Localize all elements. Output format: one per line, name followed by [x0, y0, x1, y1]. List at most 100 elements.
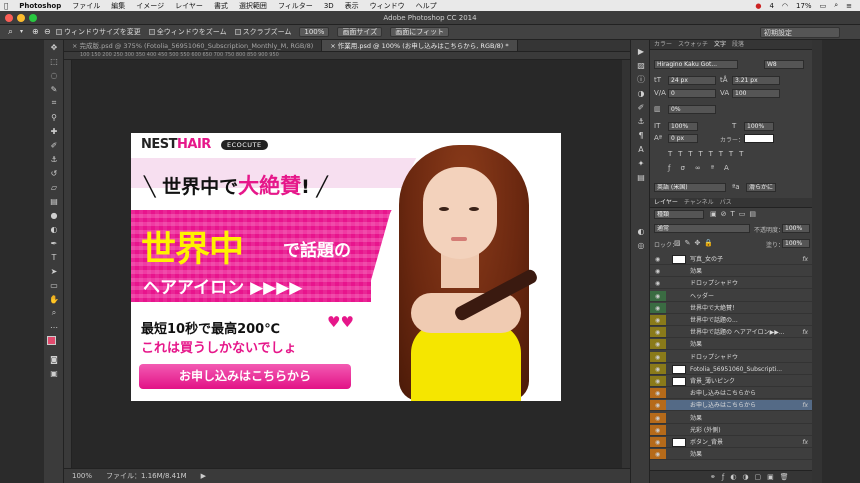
font-family-select[interactable]: Hiragino Kaku Got... [654, 60, 738, 69]
layer-row[interactable]: ◉ 光彩 (外側) [650, 424, 812, 436]
visibility-eye-icon[interactable]: ◉ [655, 425, 660, 435]
visibility-eye-icon[interactable]: ◉ [655, 352, 660, 362]
blur-tool-icon[interactable]: ● [44, 208, 64, 222]
apple-icon[interactable]:  [4, 2, 8, 10]
move-tool-icon[interactable]: ✥ [44, 40, 64, 54]
more-tools-icon[interactable]: ⋯ [44, 320, 64, 334]
lock-icons[interactable]: ▨✎✥🔒 [674, 239, 717, 247]
layer-row[interactable]: ◉ 効果 [650, 412, 812, 424]
zoom-in-icon[interactable]: ⊕ [32, 27, 39, 36]
tab-finished-psd[interactable]: × 完成版.psd @ 375% (Fotolia_56951060_Subsc… [64, 40, 323, 51]
visibility-eye-icon[interactable]: ◉ [655, 291, 660, 301]
eraser-tool-icon[interactable]: ▱ [44, 180, 64, 194]
leading-field[interactable]: 3.21 px [732, 76, 780, 85]
wifi-icon[interactable]: ◠ [782, 2, 788, 10]
opacity-field[interactable]: 100% [782, 224, 810, 233]
visibility-eye-icon[interactable]: ◉ [655, 254, 660, 264]
layer-row[interactable]: ◉ 効果 [650, 449, 812, 461]
layer-row[interactable]: ◉ お申し込みはこちらから fx [650, 400, 812, 412]
close-window-button[interactable] [5, 14, 13, 22]
zoom-out-icon[interactable]: ⊖ [44, 27, 51, 36]
layer-row[interactable]: ◉ ドロップシャドウ [650, 278, 812, 290]
horizontal-scale-field[interactable]: 100% [744, 122, 774, 131]
quick-mask-icon[interactable]: ◙ [44, 352, 64, 366]
healing-tool-icon[interactable]: ✚ [44, 124, 64, 138]
blend-mode-select[interactable]: 通常 [654, 224, 750, 233]
type-panel-icon[interactable]: A [631, 142, 651, 156]
paragraph-icon[interactable]: ¶ [631, 128, 651, 142]
canvas-scrollbar[interactable] [622, 60, 630, 468]
language-select[interactable]: 英語 (米国) [654, 183, 726, 192]
menu-3d[interactable]: 3D [324, 2, 334, 10]
styles-icon[interactable]: ✦ [631, 156, 651, 170]
history-brush-icon[interactable]: ↺ [44, 166, 64, 180]
visibility-eye-icon[interactable]: ◉ [655, 327, 660, 337]
chevron-right-icon[interactable]: ▶ [201, 472, 206, 480]
layer-row[interactable]: ◉ ドロップシャドウ [650, 351, 812, 363]
tab-working-psd[interactable]: × 作業用.psd @ 100% (お申し込みはこちらから, RGB/8) * [322, 40, 518, 51]
text-style-buttons[interactable]: TTTTTTTT [668, 150, 749, 158]
visibility-eye-icon[interactable]: ◉ [655, 278, 660, 288]
info-icon[interactable]: ⓘ [631, 72, 651, 86]
cta-button[interactable]: お申し込みはこちらから [139, 364, 351, 389]
visibility-eye-icon[interactable]: ◉ [655, 437, 660, 447]
adjust-icon[interactable]: ◑ [631, 86, 651, 100]
layer-filter-select[interactable]: 種類 [654, 210, 704, 219]
brush-panel-icon[interactable]: ✐ [631, 100, 651, 114]
eyedropper-tool-icon[interactable]: ⚲ [44, 110, 64, 124]
workspace-select[interactable]: 初期設定 [760, 27, 840, 38]
play-icon[interactable]: ▶ [631, 44, 651, 58]
panel-scrollbar[interactable] [812, 40, 822, 483]
text-color-swatch[interactable] [744, 134, 774, 143]
layer-row[interactable]: ◉ 世界中で話題の ヘアアイロン▶▶... fx [650, 327, 812, 339]
menu-image[interactable]: イメージ [136, 1, 164, 11]
layer-row[interactable]: ◉ 効果 [650, 339, 812, 351]
menu-view[interactable]: 表示 [345, 1, 359, 11]
visibility-eye-icon[interactable]: ◉ [655, 303, 660, 313]
lasso-tool-icon[interactable]: ◌ [44, 68, 64, 82]
tab-layers[interactable]: レイヤー [654, 198, 678, 207]
menu-filter[interactable]: フィルター [278, 1, 313, 11]
font-weight-select[interactable]: W8 [764, 60, 804, 69]
zoom-window-button[interactable] [29, 14, 37, 22]
menu-list-icon[interactable]: ≡ [846, 2, 852, 10]
tab-paragraph[interactable]: 段落 [732, 40, 744, 49]
tab-paths[interactable]: パス [720, 198, 732, 207]
histogram-icon[interactable]: ▨ [631, 58, 651, 72]
layer-row[interactable]: ◉ お申し込みはこちらから [650, 388, 812, 400]
zoom-100-button[interactable]: 100% [299, 27, 330, 37]
foreground-color[interactable] [47, 336, 56, 345]
layer-comps-icon[interactable]: ▤ [631, 170, 651, 184]
visibility-eye-icon[interactable]: ◉ [655, 339, 660, 349]
zoom-tool-icon[interactable]: ⌕ [8, 27, 13, 37]
layer-filter-icons[interactable]: ▣⊘T▭▤ [710, 210, 760, 218]
visibility-eye-icon[interactable]: ◉ [655, 388, 660, 398]
layer-fx-icon[interactable]: fx [802, 437, 808, 447]
layer-row[interactable]: ◉ Fotolia_56951060_Subscripti... [650, 363, 812, 375]
menu-layer[interactable]: レイヤー [175, 1, 203, 11]
visibility-eye-icon[interactable]: ◉ [655, 449, 660, 459]
menu-type[interactable]: 書式 [214, 1, 228, 11]
resize-windows-checkbox[interactable]: ウィンドウサイズを変更 [56, 27, 141, 37]
chevron-down-icon[interactable]: ▾ [20, 28, 23, 35]
shape-tool-icon[interactable]: ▭ [44, 278, 64, 292]
opentype-buttons[interactable]: ƒσ∞ªA [668, 164, 739, 172]
tab-color[interactable]: カラー [654, 40, 672, 49]
hand-tool-icon[interactable]: ✋ [44, 292, 64, 306]
battery-icon[interactable]: ▭ [820, 2, 827, 10]
adjustments-icon[interactable]: ◐ [631, 224, 651, 238]
visibility-eye-icon[interactable]: ◉ [655, 400, 660, 410]
type-tool-icon[interactable]: T [44, 250, 64, 264]
layer-row[interactable]: ◉ ヘッダー [650, 290, 812, 302]
layer-fx-icon[interactable]: fx [802, 254, 808, 264]
vertical-scale-field[interactable]: 100% [668, 122, 698, 131]
ruler-vertical[interactable] [64, 60, 72, 468]
visibility-eye-icon[interactable]: ◉ [655, 364, 660, 374]
layer-row[interactable]: ◉ 効果 [650, 266, 812, 278]
ruler-horizontal[interactable]: 100 150 200 250 300 350 400 450 500 550 … [64, 52, 630, 60]
menu-file[interactable]: ファイル [72, 1, 100, 11]
layer-fx-icon[interactable]: fx [802, 400, 808, 410]
layer-fx-icon[interactable]: fx [802, 327, 808, 337]
fit-screen-button[interactable]: 画面サイズ [337, 27, 383, 37]
fill-field[interactable]: 100% [782, 239, 810, 248]
